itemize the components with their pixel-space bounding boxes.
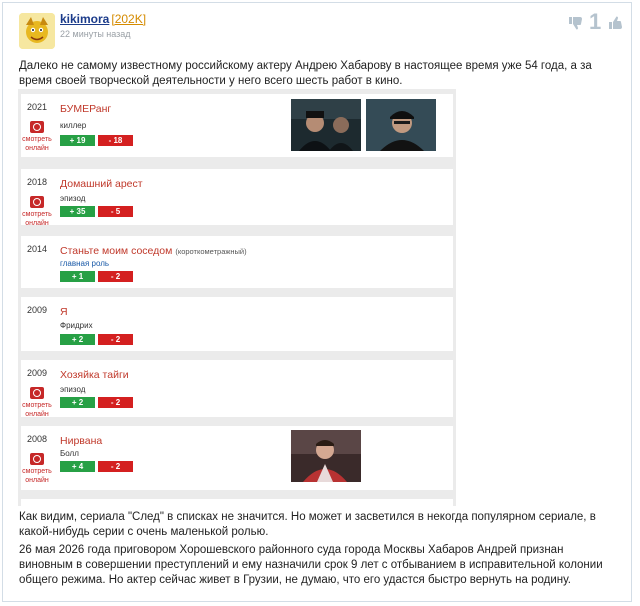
film-minus-button[interactable]: - 2 [98,397,133,408]
thumbs-up-icon[interactable] [609,16,623,30]
film-role: Фридрих [60,321,93,330]
camera-icon[interactable] [30,453,44,465]
film-still-image[interactable] [366,99,436,151]
comment-paragraph: 26 мая 2026 года приговором Хорошевского… [19,544,603,586]
film-role-link[interactable]: главная роль [60,259,109,268]
film-row: 2021 смотреть онлайн БУМЕРанг киллер + 1… [21,94,453,157]
username-text[interactable]: kikimora [60,12,109,26]
film-title-note: (короткометражный) [175,247,247,256]
comment-paragraph: Далеко не самому известному российскому … [19,60,592,87]
film-title-link[interactable]: Я [60,306,68,318]
film-role: эпизод [60,385,86,394]
camera-icon[interactable] [30,196,44,208]
film-row: 2008 смотреть онлайн Нирвана Болл + 4 - … [21,426,453,490]
film-title-text[interactable]: Станьте моим соседом [60,245,172,257]
film-plus-button[interactable]: + 1 [60,271,95,282]
film-title-link[interactable]: Станьте моим соседом (короткометражный) [60,245,247,257]
film-row-partial [21,499,453,506]
film-minus-button[interactable]: - 2 [98,334,133,345]
film-minus-button[interactable]: - 5 [98,206,133,217]
camera-icon[interactable] [30,121,44,133]
film-plus-button[interactable]: + 2 [60,334,95,345]
vote-count: 1 [589,9,602,34]
comment-card: kikimora [202K] 22 минуты назад 1 Далеко … [2,2,632,602]
film-title-link[interactable]: БУМЕРанг [60,103,111,115]
film-plus-button[interactable]: + 35 [60,206,95,217]
film-title-link[interactable]: Хозяйка тайги [60,369,129,381]
user-avatar[interactable] [19,13,55,49]
film-still-image[interactable] [291,430,361,482]
comment-time: 22 минуты назад [60,29,131,39]
film-row: 2014 Станьте моим соседом (короткометражн… [21,236,453,288]
film-row: 2009 смотреть онлайн Хозяйка тайги эпизо… [21,360,453,419]
watch-online-link[interactable]: смотреть онлайн [21,210,53,228]
film-row: 2009 Я Фридрих + 2 - 2 [21,297,453,351]
film-still-image[interactable] [291,99,361,151]
watch-online-link[interactable]: смотреть онлайн [21,467,53,485]
film-year: 2014 [27,244,48,254]
film-plus-button[interactable]: + 2 [60,397,95,408]
film-minus-button[interactable]: - 2 [98,271,133,282]
film-year: 2021 [27,102,48,112]
comment-header: kikimora [202K] 22 минуты назад 1 [3,3,631,51]
film-plus-button[interactable]: + 4 [60,461,95,472]
film-year: 2009 [27,368,48,378]
film-year: 2009 [27,305,48,315]
film-plus-button[interactable]: + 19 [60,135,95,146]
film-year: 2008 [27,434,48,444]
film-title-link[interactable]: Нирвана [60,435,102,447]
filmography-embed: 2021 смотреть онлайн БУМЕРанг киллер + 1… [18,89,456,506]
username-link[interactable]: kikimora [202K] [60,12,146,26]
film-role: Болл [60,449,79,458]
film-minus-button[interactable]: - 18 [98,135,133,146]
film-title-link[interactable]: Домашний арест [60,178,143,190]
film-minus-button[interactable]: - 2 [98,461,133,472]
film-row: 2018 смотреть онлайн Домашний арест эпиз… [21,169,453,228]
film-role: эпизод [60,194,86,203]
watch-online-link[interactable]: смотреть онлайн [21,401,53,419]
film-year: 2018 [27,177,48,187]
comment-paragraph: Как видим, сериала "След" в списках не з… [19,511,596,538]
thumbs-down-icon[interactable] [569,16,583,30]
user-rating[interactable]: [202K] [111,12,146,26]
camera-icon[interactable] [30,387,44,399]
watch-online-link[interactable]: смотреть онлайн [21,135,53,153]
film-role: киллер [60,121,87,130]
